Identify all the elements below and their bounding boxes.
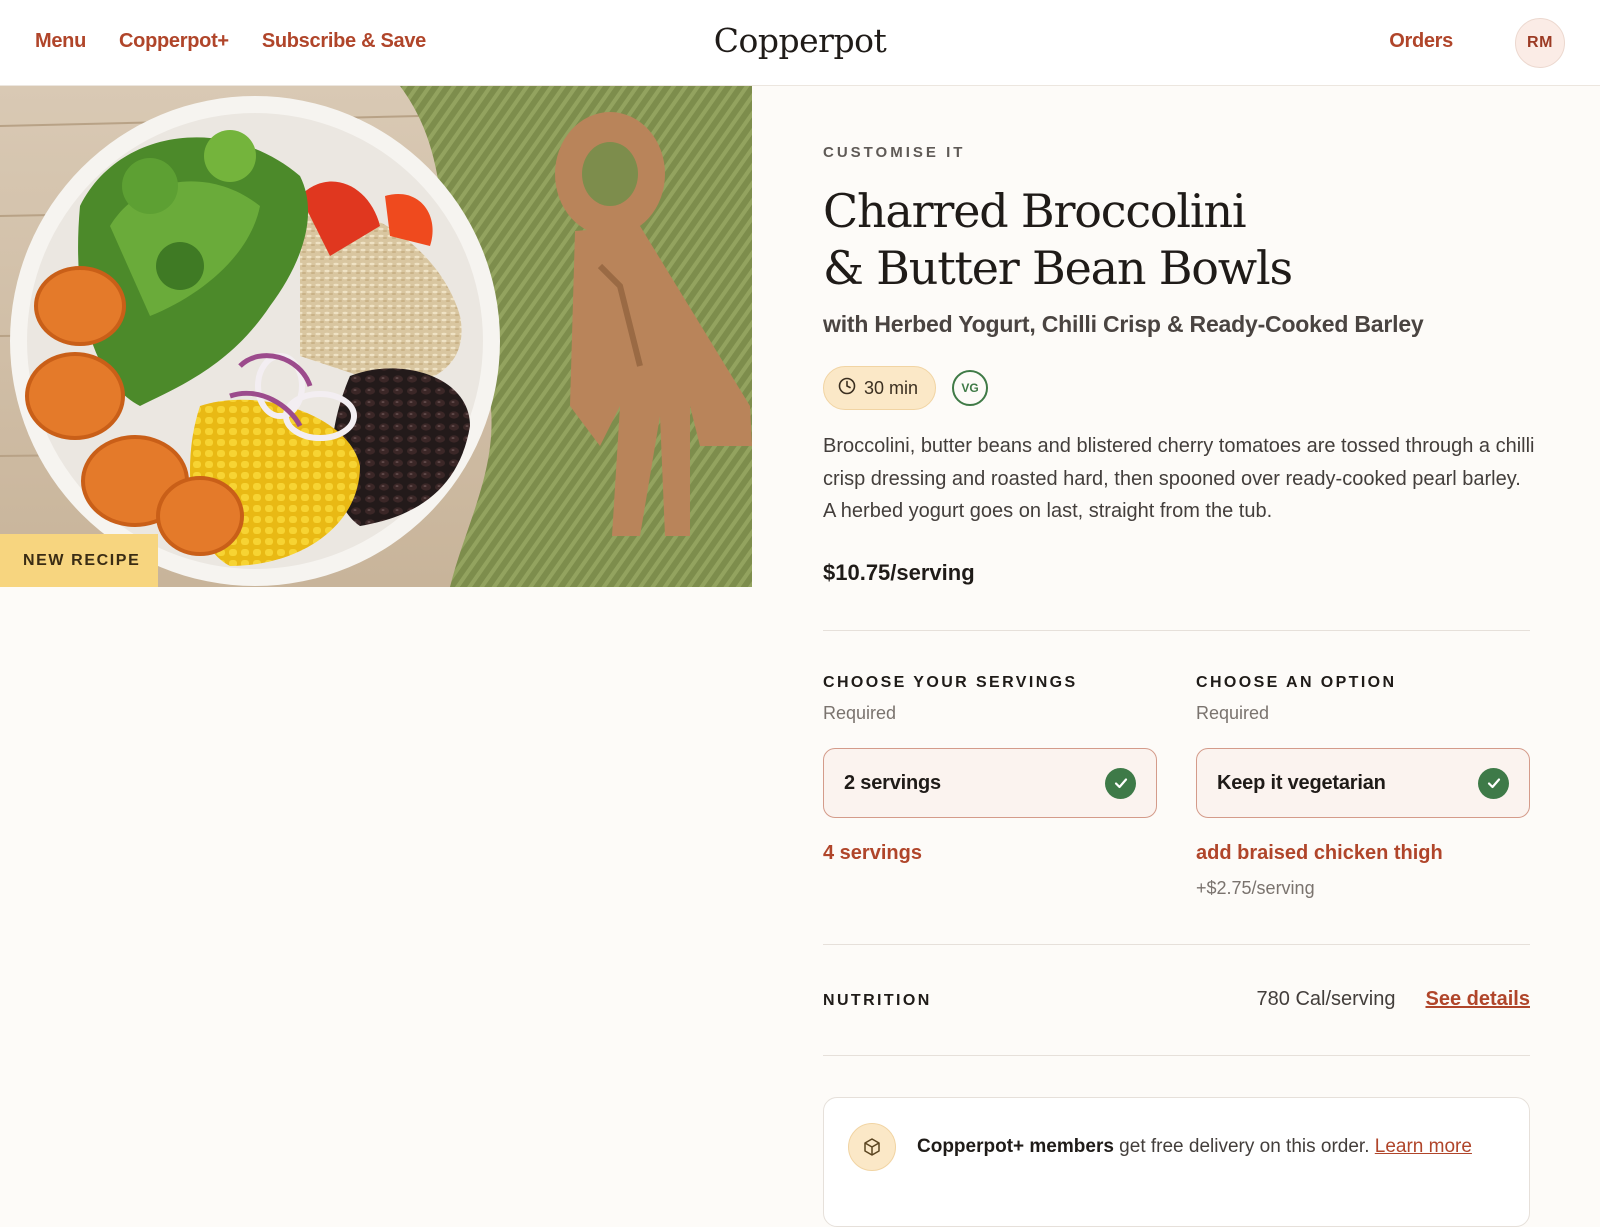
option-alternative-price: +$2.75/serving	[1196, 878, 1315, 898]
customise-eyebrow: CUSTOMISE IT	[823, 144, 966, 161]
divider	[823, 630, 1530, 631]
new-recipe-badge: NEW RECIPE	[0, 534, 158, 587]
recipe-subtitle: with Herbed Yogurt, Chilli Crisp & Ready…	[823, 311, 1424, 337]
box-icon	[848, 1123, 896, 1171]
option-selected[interactable]: Keep it vegetarian	[1196, 748, 1530, 818]
nav-orders-link[interactable]: Orders	[1389, 30, 1453, 53]
servings-selected-option[interactable]: 2 servings	[823, 748, 1157, 818]
recipe-title-line-2: & Butter Bean Bowls	[823, 241, 1293, 295]
nutrition-summary: 780 Cal/serving See details	[1257, 988, 1530, 1011]
option-required-label: Required	[1196, 703, 1270, 723]
servings-alternative-option[interactable]: 4 servings	[823, 842, 922, 865]
clock-icon	[838, 377, 856, 400]
brand-logo[interactable]: Copperpot	[0, 21, 1600, 60]
nutrition-details-link[interactable]: See details	[1425, 988, 1530, 1011]
check-icon	[1478, 767, 1509, 799]
recipe-description: Broccolini, butter beans and blistered c…	[823, 435, 1535, 522]
divider	[823, 1055, 1530, 1056]
recipe-title: Charred Broccolini & Butter Bean Bowls	[823, 183, 1423, 297]
calories-value: 780 Cal/serving	[1256, 988, 1396, 1010]
servings-title: CHOOSE YOUR SERVINGS	[823, 674, 1078, 691]
vegetarian-badge: VG	[952, 370, 989, 406]
promo-message: get free delivery on this order.	[1113, 1136, 1375, 1157]
cook-time-pill: 30 min	[823, 366, 937, 410]
servings-required-label: Required	[823, 703, 897, 723]
check-icon	[1105, 767, 1136, 799]
option-alternative[interactable]: add braised chicken thigh	[1196, 842, 1443, 865]
membership-promo-card: Copperpot+ members get free delivery on …	[823, 1097, 1530, 1227]
user-avatar[interactable]: RM	[1515, 18, 1565, 68]
learn-more-link[interactable]: Learn more	[1375, 1136, 1472, 1157]
promo-members-label: Copperpot+ members	[917, 1136, 1114, 1157]
option-selected-label: Keep it vegetarian	[1217, 771, 1386, 794]
cook-time-text: 30 min	[864, 377, 919, 398]
top-nav: Menu Copperpot+ Subscribe & Save Copperp…	[0, 0, 1600, 86]
food-bowl-illustration	[0, 86, 752, 587]
promo-text: Copperpot+ members get free delivery on …	[917, 1136, 1472, 1158]
recipe-title-line-1: Charred Broccolini	[823, 184, 1247, 238]
option-title: CHOOSE AN OPTION	[1196, 674, 1397, 691]
recipe-hero-image: NEW RECIPE	[0, 86, 752, 587]
servings-selected-label: 2 servings	[844, 771, 941, 794]
divider	[823, 944, 1530, 945]
recipe-tags: 30 min VG	[823, 366, 1530, 410]
price-per-serving: $10.75/serving	[823, 560, 975, 585]
